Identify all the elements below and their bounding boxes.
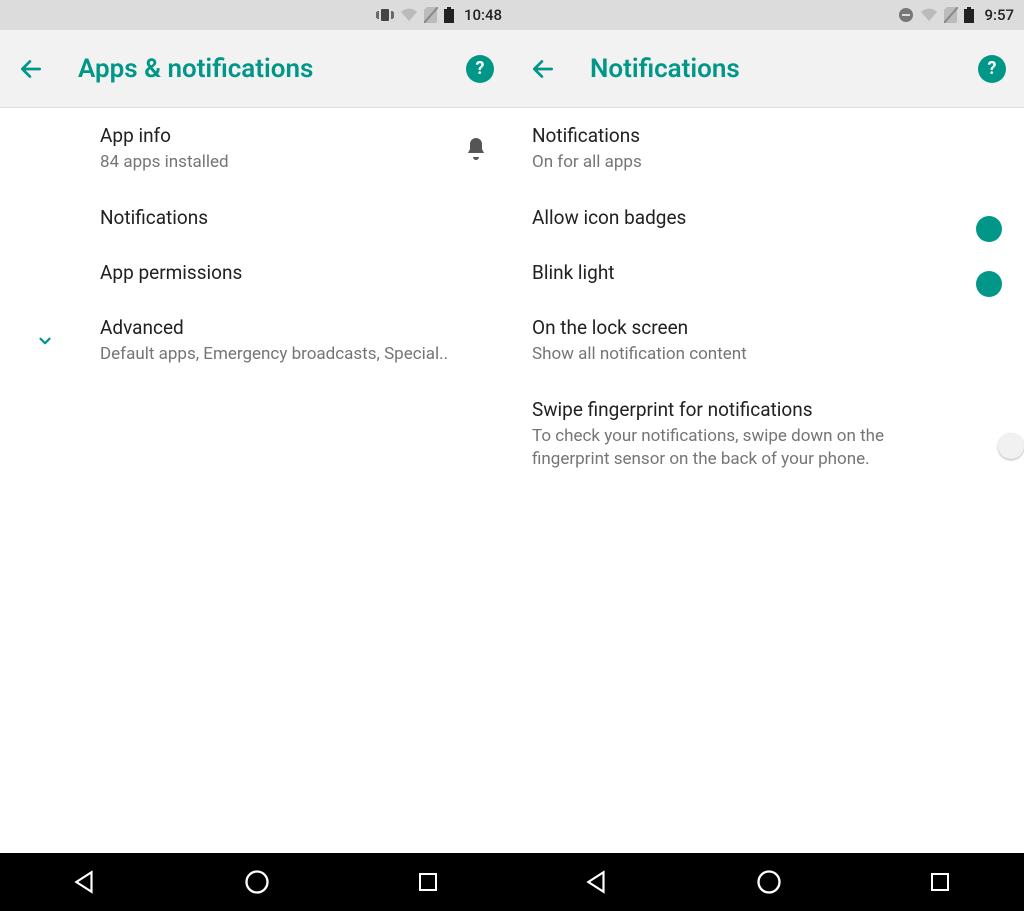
nav-bar bbox=[512, 853, 1024, 911]
row-subtitle: Show all notification content bbox=[532, 343, 1004, 366]
app-bar: Notifications ? bbox=[512, 30, 1024, 108]
row-title: Blink light bbox=[532, 261, 960, 284]
page-title: Apps & notifications bbox=[78, 54, 466, 84]
row-subtitle: On for all apps bbox=[532, 151, 1004, 174]
row-blink-light[interactable]: Blink light bbox=[512, 245, 1024, 300]
nav-back-button[interactable] bbox=[584, 869, 610, 895]
page-title: Notifications bbox=[590, 54, 978, 84]
wifi-icon bbox=[400, 8, 418, 22]
row-title: App info bbox=[100, 124, 448, 147]
back-button[interactable] bbox=[530, 56, 556, 82]
dnd-icon bbox=[898, 7, 914, 23]
no-sim-icon bbox=[424, 7, 438, 23]
row-subtitle: To check your notifications, swipe down … bbox=[532, 425, 944, 471]
row-title: Allow icon badges bbox=[532, 206, 960, 229]
row-title: App permissions bbox=[100, 261, 492, 284]
row-title: Notifications bbox=[532, 124, 1004, 147]
nav-home-button[interactable] bbox=[243, 868, 271, 896]
settings-list: App info 84 apps installed Notifications… bbox=[0, 108, 512, 853]
status-time: 9:57 bbox=[984, 6, 1014, 24]
settings-list: Notifications On for all apps Allow icon… bbox=[512, 108, 1024, 853]
row-swipe-fingerprint[interactable]: Swipe fingerprint for notifications To c… bbox=[512, 382, 1024, 487]
row-allow-icon-badges[interactable]: Allow icon badges bbox=[512, 190, 1024, 245]
status-bar: 10:48 bbox=[0, 0, 512, 30]
bell-icon bbox=[464, 136, 488, 162]
battery-icon bbox=[964, 7, 974, 23]
row-subtitle: 84 apps installed bbox=[100, 151, 448, 174]
row-app-info[interactable]: App info 84 apps installed bbox=[0, 108, 512, 190]
row-advanced[interactable]: Advanced Default apps, Emergency broadca… bbox=[0, 300, 512, 382]
status-time: 10:48 bbox=[464, 6, 502, 24]
back-button[interactable] bbox=[18, 56, 44, 82]
row-subtitle: Default apps, Emergency broadcasts, Spec… bbox=[100, 343, 492, 366]
row-lock-screen[interactable]: On the lock screen Show all notification… bbox=[512, 300, 1024, 382]
row-title: Advanced bbox=[100, 316, 492, 339]
row-app-permissions[interactable]: App permissions bbox=[0, 245, 512, 300]
help-button[interactable]: ? bbox=[466, 55, 494, 83]
row-title: Notifications bbox=[100, 206, 492, 229]
row-title: Swipe fingerprint for notifications bbox=[532, 398, 944, 421]
row-title: On the lock screen bbox=[532, 316, 1004, 339]
vibrate-icon bbox=[376, 8, 394, 22]
wifi-icon bbox=[920, 8, 938, 22]
nav-back-button[interactable] bbox=[72, 869, 98, 895]
battery-icon bbox=[444, 7, 454, 23]
phone-right: 9:57 Notifications ? Notifications On fo… bbox=[512, 0, 1024, 911]
help-button[interactable]: ? bbox=[978, 55, 1006, 83]
chevron-down-icon bbox=[36, 332, 54, 350]
app-bar: Apps & notifications ? bbox=[0, 30, 512, 108]
nav-recent-button[interactable] bbox=[416, 870, 440, 894]
status-bar: 9:57 bbox=[512, 0, 1024, 30]
nav-home-button[interactable] bbox=[755, 868, 783, 896]
nav-recent-button[interactable] bbox=[928, 870, 952, 894]
row-notifications[interactable]: Notifications On for all apps bbox=[512, 108, 1024, 190]
phone-left: 10:48 Apps & notifications ? App info 84… bbox=[0, 0, 512, 911]
no-sim-icon bbox=[944, 7, 958, 23]
nav-bar bbox=[0, 853, 512, 911]
row-notifications[interactable]: Notifications bbox=[0, 190, 512, 245]
